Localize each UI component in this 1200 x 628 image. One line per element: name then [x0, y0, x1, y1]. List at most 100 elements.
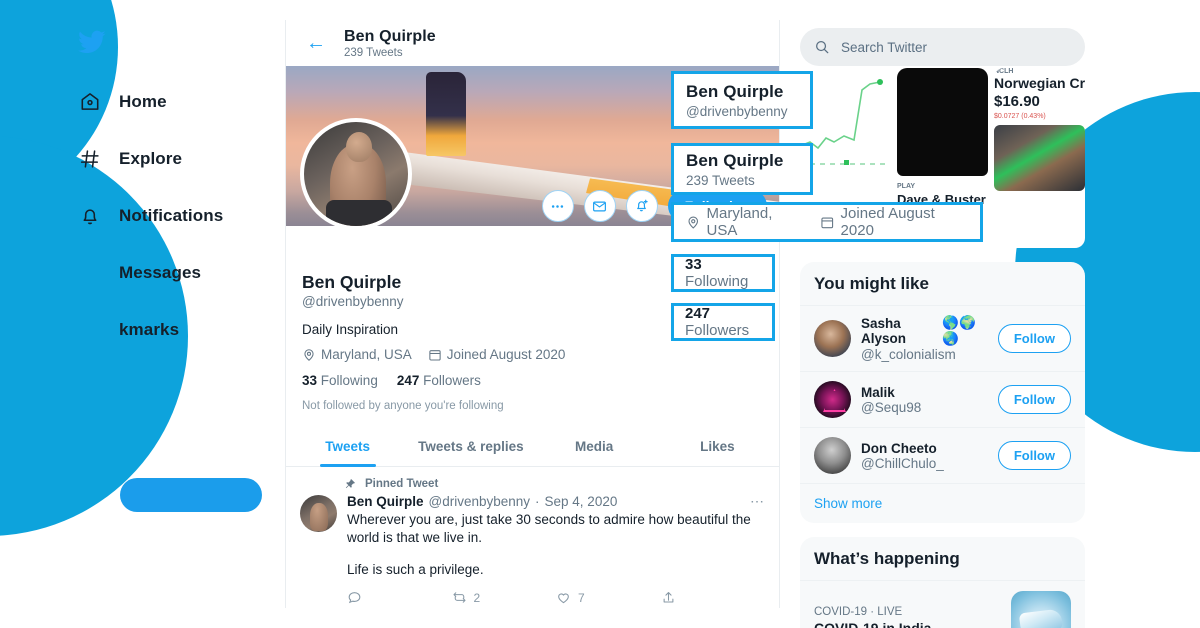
follow-button[interactable]: Follow: [997, 324, 1071, 353]
tweet-author-name: Ben Quirple: [347, 494, 424, 509]
suggested-user-info: Don Cheeto @ChillChulo_: [861, 441, 988, 471]
pin-icon: [345, 479, 355, 489]
page-title: Ben Quirple: [344, 27, 436, 45]
sidebar-nav: Home Explore Notifications Messages kmar…: [60, 28, 285, 350]
retweet-action[interactable]: 2: [452, 590, 557, 605]
envelope-icon[interactable]: [583, 190, 616, 222]
callout-meta-row: Maryland, USA Joined August 2020: [686, 205, 968, 239]
callout-followers: 247 Followers: [671, 303, 775, 341]
callout-tweetcount-value: 239 Tweets: [686, 172, 755, 188]
callout-identity-name: Ben Quirple: [686, 81, 784, 101]
bell-icon: [78, 204, 102, 228]
suggested-user-name: Don Cheeto: [861, 441, 988, 456]
sidebar-item-home[interactable]: Home: [60, 82, 285, 122]
whats-happening-panel: What’s happening COVID-19 · LIVE COVID-1…: [800, 537, 1085, 628]
reply-action[interactable]: [347, 590, 452, 605]
callout-following-stat: 33 Following: [685, 256, 761, 290]
list-item[interactable]: Sasha Alyson 🌎🌍🌏 @k_colonialism Follow: [800, 305, 1085, 371]
retweet-icon: [452, 592, 466, 603]
list-item[interactable]: Don Cheeto @ChillChulo_ Follow: [800, 427, 1085, 483]
like-action[interactable]: 7: [556, 590, 661, 605]
sidebar-item-label: Home: [119, 92, 167, 111]
like-count: 7: [578, 590, 585, 605]
list-item[interactable]: COVID-19 · LIVE COVID-19 in India: [800, 580, 1085, 628]
suggested-user-name: Sasha Alyson 🌎🌍🌏: [861, 315, 988, 347]
home-icon: [78, 90, 102, 114]
sidebar-item-notifications[interactable]: Notifications: [60, 196, 285, 236]
share-action[interactable]: [661, 590, 766, 605]
profile-stats: 33 Following 247 Followers: [302, 373, 763, 388]
profile-topbar: ← Ben Quirple 239 Tweets: [286, 20, 779, 66]
location-pin-icon: [304, 348, 314, 361]
topbar-title-group: Ben Quirple 239 Tweets: [344, 28, 436, 59]
following-label: Following: [320, 373, 378, 388]
callout-joined: Joined August 2020: [820, 205, 968, 239]
pinned-tweet[interactable]: Pinned Tweet Ben Quirple @drivenbybenny …: [286, 467, 779, 605]
followers-label: Followers: [423, 373, 481, 388]
sidebar-item-bookmarks[interactable]: kmarks: [60, 310, 285, 350]
pinned-tweet-label: Pinned Tweet: [365, 478, 439, 490]
tab-likes[interactable]: Likes: [656, 426, 779, 466]
bookmark-icon: [78, 318, 102, 342]
tab-tweets[interactable]: Tweets: [286, 426, 409, 466]
callout-location: Maryland, USA: [686, 205, 804, 239]
search-input[interactable]: Search Twitter: [800, 28, 1085, 66]
hashtag-icon: [78, 147, 102, 171]
profile-tabs: Tweets Tweets & replies Media Likes: [286, 426, 779, 467]
profile-joined-text: Joined August 2020: [446, 347, 566, 362]
suggested-user-name: Malik: [861, 385, 988, 400]
calendar-icon: [821, 216, 834, 228]
callout-profile-meta: Maryland, USA Joined August 2020: [671, 202, 983, 242]
twitter-bird-icon[interactable]: [77, 28, 107, 56]
profile-following-stat[interactable]: 33 Following: [302, 373, 378, 388]
follow-button[interactable]: Follow: [997, 385, 1071, 414]
share-icon: [663, 592, 673, 603]
list-item[interactable]: Malik @Sequ98 Follow: [800, 371, 1085, 427]
airplane-winglet-shape: [426, 72, 466, 156]
callout-following-label: Following: [685, 273, 749, 290]
tweet-avatar-torso: [310, 503, 328, 531]
like-icon: [558, 593, 569, 604]
reply-icon: [348, 592, 361, 604]
location-pin-icon: [688, 216, 699, 229]
avatar-shorts: [326, 200, 392, 226]
callout-location-text: Maryland, USA: [706, 205, 773, 239]
trend-title: COVID-19 in India: [814, 620, 932, 628]
more-dots-icon[interactable]: ⋯: [750, 493, 765, 510]
avatar[interactable]: [300, 118, 412, 230]
tab-tweets-replies[interactable]: Tweets & replies: [409, 426, 532, 466]
callout-identity-handle: @drivenbybenny: [686, 103, 788, 119]
profile-joined: Joined August 2020: [428, 347, 566, 362]
avatar[interactable]: [814, 320, 851, 357]
more-dots-icon[interactable]: [541, 190, 574, 222]
search-placeholder: Search Twitter: [841, 39, 928, 55]
callout-following-count: 33: [685, 256, 702, 273]
following-count: 33: [302, 373, 318, 388]
tab-media[interactable]: Media: [533, 426, 656, 466]
sidebar-item-messages[interactable]: Messages: [60, 253, 285, 293]
profile-meta: Maryland, USA Joined August 2020: [302, 347, 763, 362]
suggested-user-name-text: Sasha Alyson: [861, 316, 907, 346]
show-more-link[interactable]: Show more: [800, 483, 1085, 523]
suggested-user-handle: @Sequ98: [861, 399, 922, 415]
profile-location-text: Maryland, USA: [321, 347, 412, 362]
suggested-user-info: Sasha Alyson 🌎🌍🌏 @k_colonialism: [861, 315, 988, 362]
profile-followers-stat[interactable]: 247 Followers: [397, 373, 481, 388]
tweet-row: Ben Quirple @drivenbybenny · Sep 4, 2020…: [300, 493, 765, 605]
callout-joined-text: Joined August 2020: [840, 205, 935, 239]
tweet-author-avatar[interactable]: [300, 495, 337, 532]
follow-button[interactable]: Follow: [997, 441, 1071, 470]
sidebar-item-label: kmarks: [119, 320, 180, 339]
avatar[interactable]: [814, 381, 851, 418]
followers-count: 247: [396, 373, 420, 388]
face-mask-thumbnail: [1011, 591, 1071, 628]
avatar[interactable]: [814, 437, 851, 474]
bell-plus-icon[interactable]: [625, 190, 658, 222]
you-might-like-title: You might like: [814, 274, 929, 293]
back-arrow-icon[interactable]: ←: [306, 33, 326, 53]
suggested-user-info: Malik @Sequ98: [861, 385, 988, 415]
sidebar-item-explore[interactable]: Explore: [60, 139, 285, 179]
calendar-icon: [429, 349, 441, 361]
search-icon: [816, 41, 829, 54]
sidebar-item-label: Notifications: [119, 206, 224, 225]
